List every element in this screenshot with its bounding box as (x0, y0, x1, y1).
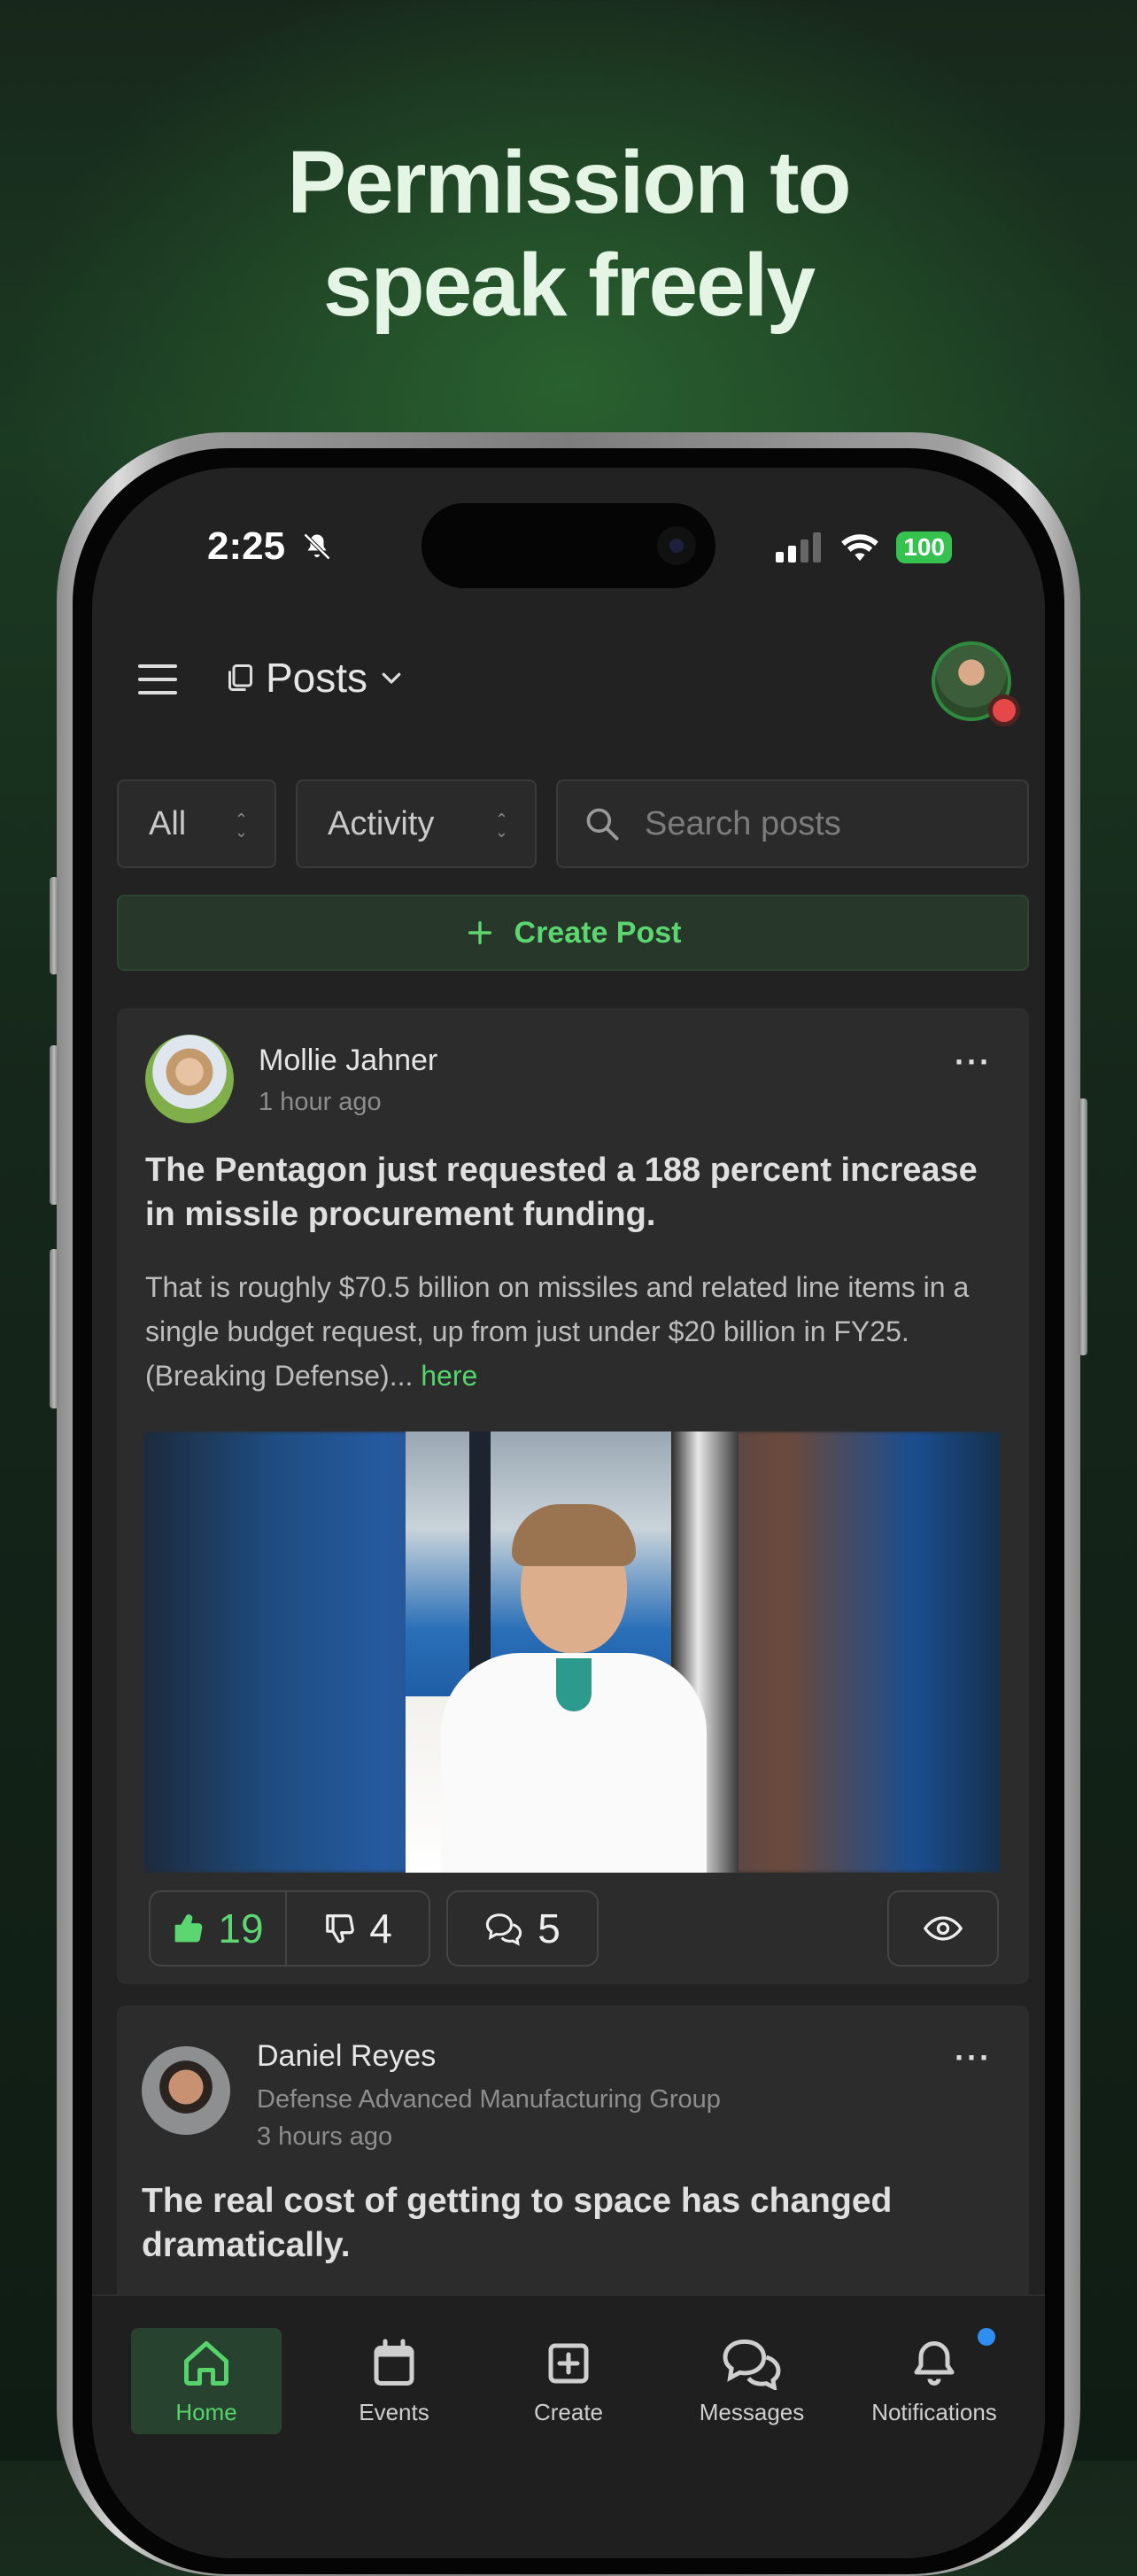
phone-volume-up-button (50, 1045, 58, 1205)
nav-events-label: Events (359, 2399, 429, 2425)
dislike-button[interactable]: 4 (287, 1892, 429, 1965)
author-name[interactable]: Mollie Jahner (259, 1044, 437, 1078)
comments-button[interactable]: 5 (446, 1890, 599, 1967)
create-post-label: Create Post (514, 915, 682, 950)
author-avatar[interactable] (142, 2046, 230, 2135)
post-time: 1 hour ago (259, 1088, 382, 1116)
top-bar: Posts (92, 627, 1045, 733)
post-body: That is roughly $70.5 billion on missile… (145, 1265, 1013, 1398)
nav-events[interactable]: Events (319, 2328, 469, 2434)
nav-home[interactable]: Home (131, 2328, 282, 2434)
eye-icon (924, 1916, 963, 1941)
post-card[interactable]: Daniel Reyes Defense Advanced Manufactur… (117, 2006, 1029, 2307)
search-input[interactable]: Search posts (556, 780, 1029, 868)
nav-notifications-label: Notifications (871, 2399, 997, 2425)
menu-icon[interactable] (138, 664, 177, 694)
battery-indicator: 100 (896, 531, 952, 563)
updown-chevron-icon: ⌃ ⌄ (494, 811, 508, 841)
dynamic-island (422, 503, 715, 588)
nav-messages[interactable]: Messages (677, 2328, 827, 2434)
scope-select-value: All (149, 804, 187, 842)
unread-badge (978, 2328, 995, 2346)
headline-line-1: Permission to (287, 133, 851, 232)
more-options-icon[interactable]: ··· (955, 1044, 992, 1081)
comment-count: 5 (538, 1905, 561, 1951)
post-image[interactable] (143, 1432, 1001, 1873)
status-indicators: 100 (776, 531, 952, 563)
cellular-signal-icon (776, 532, 822, 563)
headline-line-2: speak freely (322, 236, 816, 335)
phone-screen: 2:25 100 Posts All ⌃ ⌄ Activity ⌃ ⌄ Sear… (92, 468, 1045, 2558)
chevron-down-icon (382, 672, 401, 684)
photo-woman-portrait (406, 1432, 739, 1873)
filter-bar: All ⌃ ⌄ Activity ⌃ ⌄ Search posts (117, 780, 1029, 868)
like-button[interactable]: 19 (151, 1892, 285, 1965)
phone-power-button (1079, 1098, 1087, 1355)
bell-icon (914, 2341, 955, 2386)
home-icon (184, 2341, 228, 2386)
plus-icon (468, 920, 491, 945)
nav-home-label: Home (175, 2399, 237, 2425)
comment-bubbles-icon (486, 1913, 522, 1946)
search-placeholder: Search posts (645, 804, 841, 842)
phone-action-button (50, 877, 58, 974)
phone-volume-down-button (50, 1249, 58, 1408)
thumbs-down-icon (326, 1914, 355, 1944)
copy-icon (228, 664, 252, 691)
headline: Permission to speak freely (0, 131, 1137, 337)
calendar-icon (374, 2339, 414, 2386)
status-time-text: 2:25 (207, 524, 286, 568)
author-organization: Defense Advanced Manufacturing Group (257, 2085, 721, 2114)
sort-select-value: Activity (328, 804, 435, 842)
nav-create[interactable]: Create (493, 2328, 644, 2434)
more-options-icon[interactable]: ··· (955, 2039, 992, 2076)
post-title[interactable]: The real cost of getting to space has ch… (142, 2179, 1009, 2268)
nav-notifications[interactable]: Notifications (859, 2328, 1009, 2434)
wifi-icon (841, 534, 879, 562)
bottom-navigation: Home Events Create Messages Notification… (92, 2294, 1045, 2558)
photo-necklace (556, 1658, 592, 1711)
reaction-bar: 19 4 5 (149, 1890, 999, 1967)
photo-door-frame (469, 1432, 491, 1680)
plus-square-icon (548, 2343, 589, 2384)
thumbs-up-icon (175, 1914, 203, 1943)
nav-create-label: Create (533, 2399, 604, 2425)
dislike-count: 4 (369, 1905, 392, 1951)
create-post-button[interactable]: Create Post (117, 895, 1029, 971)
author-avatar[interactable] (145, 1035, 234, 1123)
section-label: Posts (266, 655, 368, 701)
post-body-text: That is roughly $70.5 billion on missile… (145, 1271, 970, 1392)
read-more-link[interactable]: here (421, 1360, 477, 1392)
scope-select[interactable]: All ⌃ ⌄ (117, 780, 276, 868)
search-icon (586, 808, 619, 841)
messages-icon (723, 2339, 781, 2390)
updown-chevron-icon: ⌃ ⌄ (234, 811, 248, 841)
sort-select[interactable]: Activity ⌃ ⌄ (296, 780, 537, 868)
bell-muted-icon (304, 532, 331, 561)
vote-group: 19 4 (149, 1890, 430, 1967)
photo-hair (512, 1504, 636, 1566)
status-time: 2:25 (207, 524, 333, 569)
status-dot (988, 694, 1020, 726)
post-card[interactable]: Mollie Jahner 1 hour ago ··· The Pentago… (117, 1008, 1029, 1984)
view-button[interactable] (887, 1890, 999, 1967)
like-count: 19 (218, 1905, 264, 1951)
nav-messages-label: Messages (699, 2399, 805, 2425)
post-title[interactable]: The Pentagon just requested a 188 percen… (145, 1148, 995, 1237)
author-name[interactable]: Daniel Reyes (257, 2039, 436, 2074)
section-switcher[interactable]: Posts (223, 654, 405, 702)
camera-icon (657, 526, 696, 565)
post-time: 3 hours ago (257, 2122, 393, 2151)
